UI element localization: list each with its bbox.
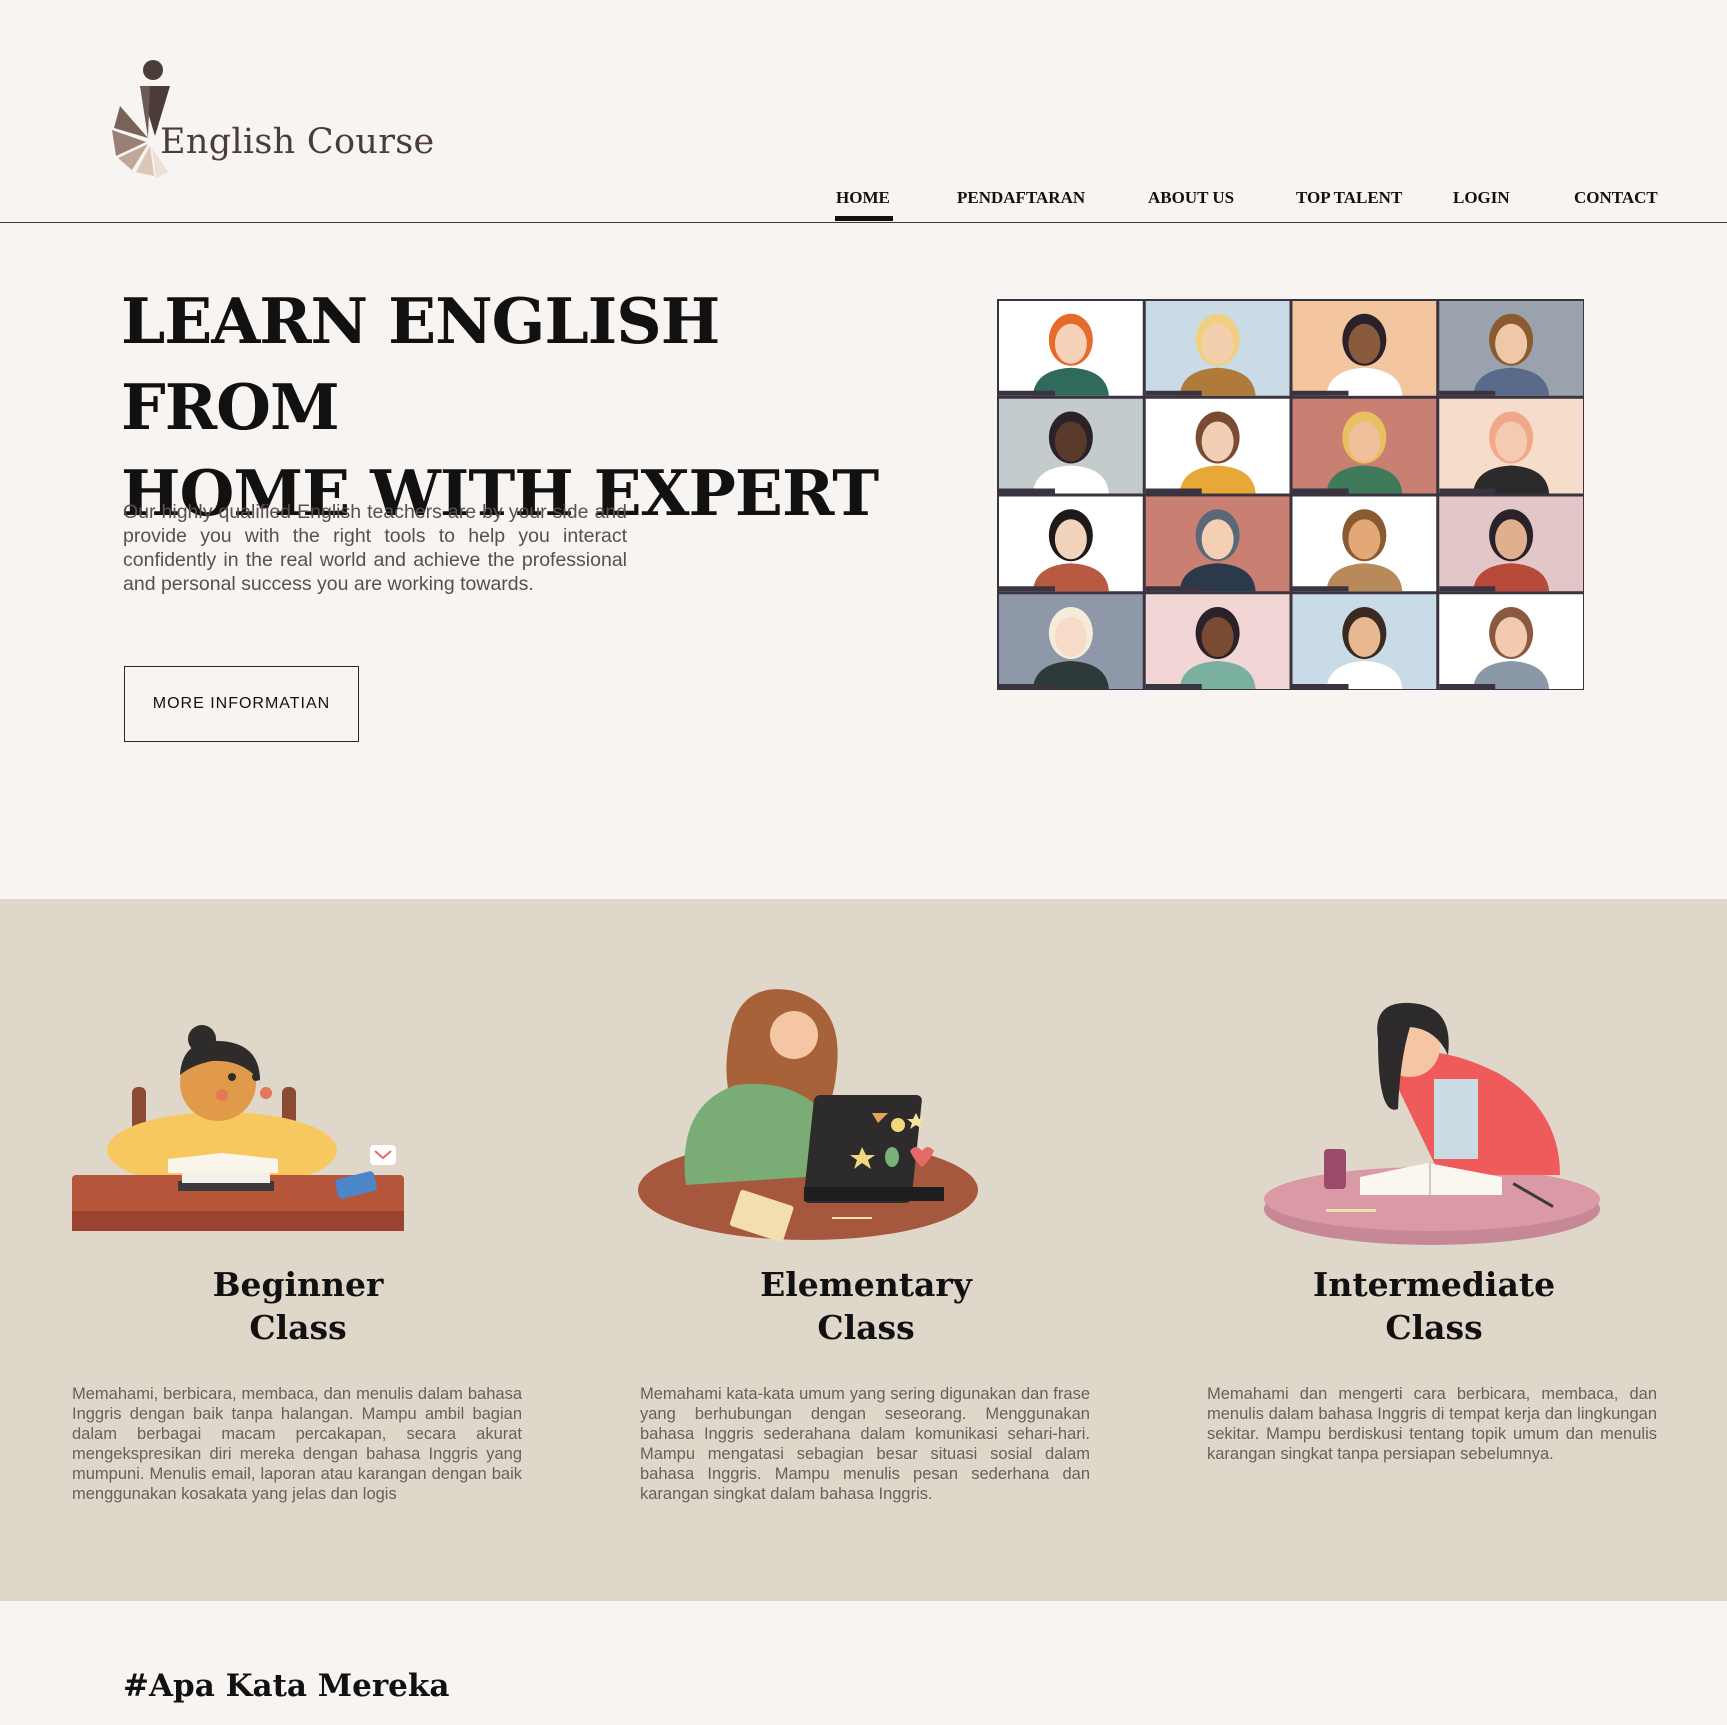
nav-item-pendaftaran[interactable]: PENDAFTARAN <box>957 188 1085 208</box>
class-title-line2: Class <box>249 1308 347 1347</box>
main-nav: HOME PENDAFTARAN ABOUT US TOP TALENT LOG… <box>0 188 1727 222</box>
class-title-line1: Beginner <box>212 1265 384 1304</box>
site-header: English Course HOME PENDAFTARAN ABOUT US… <box>0 0 1727 223</box>
nav-item-contact[interactable]: CONTACT <box>1574 188 1658 208</box>
class-title-line1: Intermediate <box>1312 1265 1556 1304</box>
nav-item-top-talent[interactable]: TOP TALENT <box>1296 188 1402 208</box>
nav-item-home[interactable]: HOME <box>835 188 893 221</box>
class-title-elementary: Elementary Class <box>636 1263 1096 1349</box>
logo-icon <box>112 60 170 178</box>
nav-item-login[interactable]: LOGIN <box>1453 188 1510 208</box>
hero-title-line1: LEARN ENGLISH FROM <box>121 284 720 444</box>
classes-section: Beginner Class Memahami, berbicara, memb… <box>0 899 1727 1601</box>
testimonials-heading: #Apa Kata Mereka <box>123 1668 450 1704</box>
class-description-intermediate: Memahami dan mengerti cara berbicara, me… <box>1207 1385 1657 1463</box>
class-description-elementary: Memahami kata-kata umum yang sering digu… <box>640 1385 1090 1503</box>
class-title-intermediate: Intermediate Class <box>1204 1263 1664 1349</box>
class-title-line2: Class <box>817 1308 915 1347</box>
logo[interactable]: English Course <box>110 58 434 183</box>
hero-description: Our highly qualified English teachers ar… <box>123 501 627 595</box>
beginner-student-illustration <box>72 1025 404 1231</box>
nav-item-about-us[interactable]: ABOUT US <box>1148 188 1234 208</box>
more-information-button[interactable]: MORE INFORMATIAN <box>124 666 359 742</box>
class-card-intermediate[interactable]: Intermediate Class Memahami dan mengerti… <box>1204 899 1664 1601</box>
brand-name: English Course <box>160 122 435 162</box>
class-card-elementary[interactable]: Elementary Class Memahami kata-kata umum… <box>636 899 1096 1601</box>
video-call-grid-illustration <box>997 299 1584 690</box>
class-card-beginner[interactable]: Beginner Class Memahami, berbicara, memb… <box>68 899 528 1601</box>
class-title-line2: Class <box>1385 1308 1483 1347</box>
elementary-student-illustration <box>638 989 978 1242</box>
class-description-beginner: Memahami, berbicara, membaca, dan menuli… <box>72 1385 522 1503</box>
intermediate-student-illustration <box>1264 1002 1600 1245</box>
hero-title: LEARN ENGLISH FROM HOME WITH EXPERT <box>121 278 881 536</box>
class-title-beginner: Beginner Class <box>68 1263 528 1349</box>
class-title-line1: Elementary <box>760 1265 972 1304</box>
